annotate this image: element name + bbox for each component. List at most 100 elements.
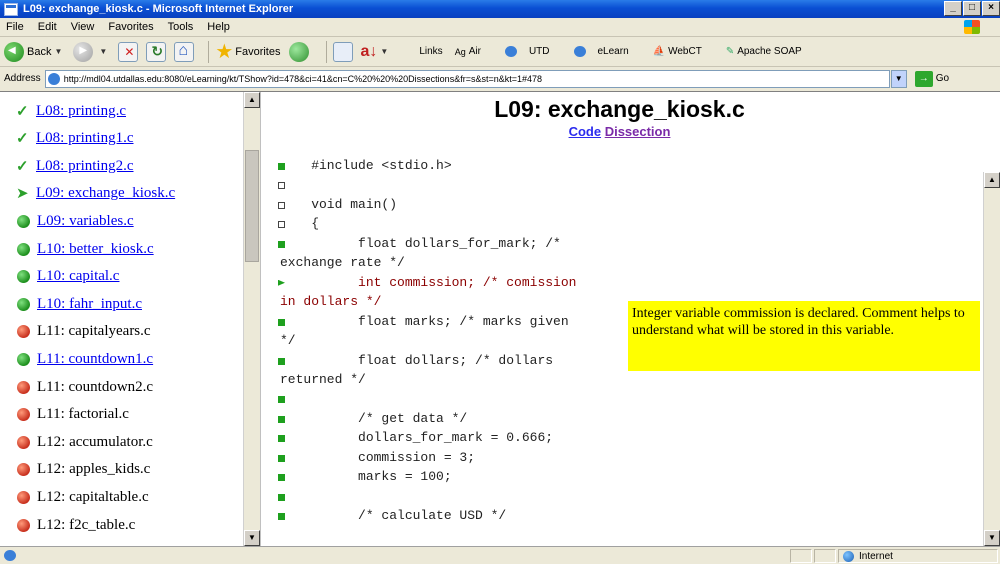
ie-page-icon <box>573 46 586 57</box>
sidebar-lesson-item[interactable]: L10: better_kiosk.c <box>16 238 154 260</box>
sidebar-lesson-item[interactable]: L10: fahr_input.c <box>16 293 142 315</box>
ie-page-icon <box>4 2 18 16</box>
link-apache-soap[interactable]: ✎ Apache SOAP <box>726 46 814 57</box>
red-dot-icon <box>17 380 30 394</box>
stop-icon[interactable] <box>118 41 139 62</box>
current-arrow-icon: ➤ <box>16 186 29 203</box>
toolbar-separator <box>208 40 210 63</box>
red-dot-icon <box>17 463 30 477</box>
sort-az-icon[interactable]: a↓ <box>361 43 378 61</box>
scroll-up-button[interactable]: ▲ <box>984 172 1000 188</box>
address-input[interactable]: http://mdl04.utdallas.edu:8080/eLearning… <box>44 69 890 88</box>
sidebar-lesson-label[interactable]: L09: exchange_kiosk.c <box>36 185 175 202</box>
close-button[interactable]: × <box>982 1 1000 16</box>
sidebar-lesson-item: L11: countdown2.c <box>16 376 153 398</box>
go-button[interactable]: → Go <box>914 70 949 87</box>
sidebar-lesson-item: L11: factorial.c <box>16 404 129 426</box>
sidebar-lesson-item[interactable]: ✓ L08: printing.c <box>16 100 126 122</box>
sidebar-lesson-label[interactable]: L08: printing2.c <box>36 158 134 175</box>
sidebar-lesson-label: L11: capitalyears.c <box>37 323 151 340</box>
window-titlebar: L09: exchange_kiosk.c - Microsoft Intern… <box>0 0 1000 18</box>
link-utd[interactable]: UTD <box>504 46 562 57</box>
menu-favorites[interactable]: Favorites <box>108 21 153 33</box>
sidebar-lesson-label[interactable]: L10: fahr_input.c <box>37 296 142 313</box>
menu-view[interactable]: View <box>71 21 95 33</box>
page-content: ✓ L08: printing.c ✓ L08: printing1.c ✓ L08: p… <box>0 91 1000 547</box>
sidebar-lesson-item[interactable]: ✓ L08: printing2.c <box>16 155 134 177</box>
forward-button[interactable]: ▼ <box>73 41 110 62</box>
back-button[interactable]: Back ▼ <box>4 41 65 62</box>
internet-globe-icon <box>843 550 854 562</box>
menu-file[interactable]: File <box>6 21 24 33</box>
minimize-button[interactable]: _ <box>944 1 962 16</box>
zone-label: Internet <box>859 550 893 562</box>
menu-tools[interactable]: Tools <box>168 21 194 33</box>
dissection-link[interactable]: Dissection <box>605 124 671 139</box>
links-label: Links <box>419 46 443 57</box>
link-air[interactable]: Ag Air <box>455 46 493 57</box>
link-elearn[interactable]: eLearn <box>573 46 641 57</box>
sidebar-lesson-item: L12: apples_kids.c <box>16 459 150 481</box>
line-marker-icon[interactable] <box>278 396 285 404</box>
sidebar-lesson-label[interactable]: L10: capital.c <box>37 268 119 285</box>
code-line: returned */ <box>280 371 366 387</box>
code-link[interactable]: Code <box>569 124 602 139</box>
scroll-up-button[interactable]: ▲ <box>244 92 260 108</box>
sidebar-lesson-item: L12: accumulator.c <box>16 431 153 453</box>
sidebar-lesson-item[interactable]: ✓ L08: printing1.c <box>16 128 134 150</box>
forward-arrow-icon <box>73 41 94 62</box>
standard-toolbar: Back ▼ ▼ ★ Favorites a↓ ▼ Links AgAir UTD… <box>0 37 1000 67</box>
address-label: Address <box>4 73 41 84</box>
menu-help[interactable]: Help <box>207 21 230 33</box>
sidebar-lesson-item: L11: capitalyears.c <box>16 321 151 343</box>
line-marker-icon[interactable] <box>278 493 285 501</box>
sidebar-lesson-item[interactable]: L09: variables.c <box>16 210 134 232</box>
scroll-down-button[interactable]: ▼ <box>244 530 260 546</box>
forward-dropdown-icon[interactable]: ▼ <box>99 47 107 56</box>
sidebar-lesson-label[interactable]: L10: better_kiosk.c <box>37 241 154 258</box>
scroll-down-button[interactable]: ▼ <box>984 530 1000 546</box>
sidebar-scrollbar[interactable]: ▲ ▼ <box>243 92 260 547</box>
refresh-icon[interactable] <box>146 41 167 62</box>
code-line: #include <stdio.h> <box>280 158 452 173</box>
code-line: exchange rate */ <box>280 255 405 271</box>
link-webct[interactable]: ⛵ WebCT <box>653 46 714 57</box>
sidebar-lesson-label[interactable]: L08: printing.c <box>36 103 126 120</box>
code-line: /* get data */ <box>280 410 468 426</box>
code-line: { <box>280 216 320 232</box>
menu-edit[interactable]: Edit <box>38 21 57 33</box>
mail-icon[interactable] <box>332 41 353 62</box>
history-icon[interactable] <box>288 41 309 62</box>
scroll-thumb[interactable] <box>245 150 259 262</box>
sidebar-lesson-label[interactable]: L08: printing1.c <box>36 130 134 147</box>
ie-page-icon <box>504 46 517 57</box>
check-icon: ✓ <box>16 103 29 120</box>
lesson-sidebar: ✓ L08: printing.c ✓ L08: printing1.c ✓ L08: p… <box>0 92 261 547</box>
sidebar-lesson-label[interactable]: L11: countdown1.c <box>37 351 153 368</box>
sidebar-lesson-label: L12: accumulator.c <box>37 433 153 450</box>
sidebar-lesson-item[interactable]: ➤ L09: exchange_kiosk.c <box>16 183 175 205</box>
sidebar-lesson-item: L12: f2c_table.c <box>16 514 135 536</box>
favorites-button[interactable]: ★ Favorites <box>215 39 280 64</box>
window-title: L09: exchange_kiosk.c - Microsoft Intern… <box>23 3 294 15</box>
sidebar-lesson-item: L12: capitaltable.c <box>16 486 149 508</box>
address-dropdown-button[interactable]: ▼ <box>890 69 907 88</box>
sidebar-lesson-label[interactable]: L09: variables.c <box>37 213 134 230</box>
green-dot-icon <box>17 297 30 311</box>
check-icon: ✓ <box>16 158 29 175</box>
main-scrollbar[interactable]: ▲ ▼ <box>983 172 1000 547</box>
back-dropdown-icon[interactable]: ▼ <box>54 47 62 56</box>
line-marker-icon[interactable] <box>278 182 285 190</box>
maximize-button[interactable]: □ <box>963 1 981 16</box>
check-icon: ✓ <box>16 131 29 148</box>
code-line: float marks; /* marks given <box>280 313 569 329</box>
back-label: Back <box>27 45 52 58</box>
menu-bar: File Edit View Favorites Tools Help <box>0 18 1000 37</box>
sidebar-lesson-item[interactable]: L10: capital.c <box>16 266 119 288</box>
home-icon[interactable] <box>174 41 195 62</box>
ie-page-icon <box>47 72 60 85</box>
sidebar-lesson-item[interactable]: L11: countdown1.c <box>16 348 153 370</box>
red-dot-icon <box>17 408 30 422</box>
status-pane <box>814 549 836 563</box>
page-title: L09: exchange_kiosk.c <box>494 96 745 122</box>
